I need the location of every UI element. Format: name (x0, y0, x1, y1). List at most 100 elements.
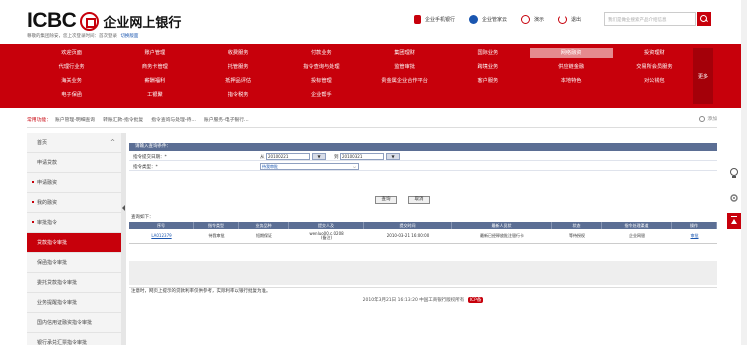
calendar-dropdown-icon[interactable]: ▼ (386, 153, 400, 160)
cancel-button[interactable]: 取消 (408, 196, 430, 204)
sidebar-item[interactable]: 审批指令 (27, 213, 121, 233)
sidebar-item[interactable]: 保函指令审批 (27, 253, 121, 273)
nav-item[interactable]: 代理行业务 (30, 62, 113, 72)
top-link-demo[interactable]: 演示 (521, 15, 544, 24)
column-header: 指令处理渠道 (602, 222, 672, 229)
nav-item[interactable]: 跨境业务 (446, 62, 529, 72)
welcome-message: 尊敬的集团除安，您上次登录时间：首次登录 (27, 34, 117, 39)
quick-item[interactable]: 指令查询与处理-待... (151, 116, 196, 123)
type-label: 指令类型：* (133, 165, 158, 170)
sidebar-item[interactable]: 业务提醒指令审批 (27, 293, 121, 313)
nav-item[interactable]: 账户管理 (113, 48, 196, 58)
column-header: 业务品种 (239, 222, 289, 229)
icbc-logo[interactable]: ICBC 企业网上银行 (27, 9, 181, 33)
nav-item[interactable]: 海关业务 (30, 76, 113, 86)
chevron-down-icon: ⌵ (352, 164, 356, 169)
nav-item[interactable]: 托管服务 (197, 62, 280, 72)
to-date-input[interactable]: 20100321 (340, 153, 384, 160)
cell-product: 短期保证 (256, 232, 272, 238)
nav-more-button[interactable]: 更多 (693, 48, 713, 104)
nav-item[interactable]: 网络融资 (529, 48, 613, 58)
quick-item[interactable]: 账户管理-明细查询 (55, 116, 95, 123)
chevron-up-icon[interactable]: ^ (110, 133, 115, 153)
nav-item[interactable]: 交易所会员服务 (613, 62, 696, 72)
sidebar-item[interactable]: 国内信用证融资指令审批 (27, 313, 121, 333)
nav-item[interactable]: 本地特色 (530, 76, 613, 86)
header: ICBC 企业网上银行 尊敬的集团除安，您上次登录时间：首次登录 切换版面 企业… (0, 0, 747, 42)
column-header: 提交人及 (289, 222, 364, 229)
table-header: 序号 指令类型 业务品种 提交人及 提交时间 最新人员状 状态 指令处理渠道 操作 (129, 222, 717, 229)
sidebar-item[interactable]: 委托贷款指令审批 (27, 273, 121, 293)
sidebar-item-label: 我的融资 (37, 200, 58, 206)
add-quick-button[interactable]: 添加 (699, 115, 717, 122)
search-icon[interactable] (697, 12, 711, 26)
nav-item[interactable]: 抵押品评估 (197, 76, 280, 86)
sidebar-item[interactable]: 申请融资 (27, 173, 121, 193)
instruction-link[interactable]: LA012379 (151, 233, 171, 239)
from-label: 从 (260, 155, 265, 160)
approve-link[interactable]: 审批 (691, 233, 699, 239)
collapse-arrow-icon[interactable] (121, 205, 125, 211)
nav-item[interactable]: 对公钱包 (613, 76, 696, 86)
cell-no[interactable]: LA012379 (129, 229, 194, 243)
nav-item[interactable]: 集团理财 (363, 48, 446, 58)
nav-grid: 欢迎页面 账户管理 收费服务 付款业务 集团理财 国际业务 网络融资 投资理财代理行业务 商务卡… (30, 48, 696, 100)
nav-item[interactable]: 付款业务 (280, 48, 363, 58)
nav-item[interactable]: 指令税务 (197, 90, 280, 100)
nav-item[interactable]: 薪酬福利 (113, 76, 196, 86)
nav-item[interactable]: 监管审批 (363, 62, 446, 72)
top-links: 企业手机银行 企业管家云 演示 退出 (414, 15, 595, 24)
nav-item[interactable]: 欢迎页面 (30, 48, 113, 58)
sidebar-item[interactable]: 申请贷款 (27, 153, 121, 173)
sidebar-item[interactable]: 首页 ^ (27, 133, 121, 153)
icbc-seal-icon (80, 11, 100, 31)
sidebar-splitter[interactable] (121, 133, 126, 345)
sidebar-item[interactable]: 贷款指令审批 (27, 233, 121, 253)
nav-item[interactable]: 收费服务 (197, 48, 280, 58)
settings-icon[interactable] (728, 192, 740, 204)
nav-item[interactable]: 国际业务 (446, 48, 529, 58)
switch-layout-link[interactable]: 切换版面 (120, 34, 138, 39)
column-header: 序号 (129, 222, 194, 229)
top-link-mobile-bank[interactable]: 企业手机银行 (414, 15, 455, 24)
nav-item[interactable]: 投标管理 (280, 76, 363, 86)
sidebar-item-label: 委托贷款指令审批 (37, 280, 78, 286)
nav-item[interactable]: 工银聚 (113, 90, 196, 100)
nav-item[interactable]: 贵金属企业合作平台 (363, 76, 446, 86)
nav-item[interactable]: 客户服务 (446, 76, 529, 86)
nav-empty (446, 90, 529, 100)
nav-item[interactable]: 商务卡管理 (113, 62, 196, 72)
sidebar-item[interactable]: 我的融资 (27, 193, 121, 213)
page-scrollbar[interactable] (741, 0, 747, 345)
sidebar-item-label: 业务提醒指令审批 (37, 300, 78, 306)
nav-item[interactable]: 投资理财 (613, 48, 696, 58)
query-button[interactable]: 查询 (375, 196, 397, 204)
quick-item[interactable]: 转账汇款-指令批复 (103, 116, 143, 123)
nav-item[interactable]: 指令查询与处理 (280, 62, 363, 72)
top-link-cloud[interactable]: 企业管家云 (469, 15, 507, 24)
nav-item[interactable]: 电子保函 (30, 90, 113, 100)
calendar-dropdown-icon[interactable]: ▼ (312, 153, 326, 160)
table-row: LA012379 待我审批 短期保证 wenluo00.c.0208 (备注) … (129, 229, 717, 244)
sidebar-item-label: 贷款指令审批 (37, 240, 68, 246)
cell-status: 等待授权 (569, 232, 585, 238)
nav-empty (530, 90, 613, 100)
footer: 2010年3月21日 16:13:20 中国工商银行版权所有 ICP备 (129, 297, 717, 303)
from-date-input[interactable]: 20100221 (266, 153, 310, 160)
quick-item[interactable]: 账户服务-电子银行... (204, 116, 249, 123)
main-content: 请输入查询条件： 指令提交日期：* 从 20100221 ▼ 到 2010032… (129, 133, 717, 345)
icp-badge[interactable]: ICP备 (467, 297, 484, 303)
nav-item[interactable]: 企业帮手 (280, 90, 363, 100)
nav-item[interactable]: 供应链金融 (530, 62, 613, 72)
customer-service-icon[interactable] (728, 167, 740, 179)
sidebar-item-label: 银行承兑汇票指令审批 (37, 340, 88, 345)
back-to-top-icon[interactable] (727, 213, 741, 229)
quick-functions: 常用功能： 账户管理-明细查询 转账汇款-指令批复 指令查询与处理-待... 账… (27, 113, 717, 125)
main-nav: 欢迎页面 账户管理 收费服务 付款业务 集团理财 国际业务 网络融资 投资理财代理行业务 商务卡… (0, 44, 747, 108)
cell-action[interactable]: 审批 (672, 229, 717, 243)
sidebar-item[interactable]: 银行承兑汇票指令审批 (27, 333, 121, 345)
search-input[interactable]: 我们是做业搜索产品介绍信息 (604, 12, 696, 26)
date-row: 指令提交日期：* 从 20100221 ▼ 到 20100321 ▼ (129, 152, 717, 161)
top-link-logout[interactable]: 退出 (558, 15, 581, 24)
instruction-type-select[interactable]: 待我审批 ⌵ (260, 163, 359, 170)
